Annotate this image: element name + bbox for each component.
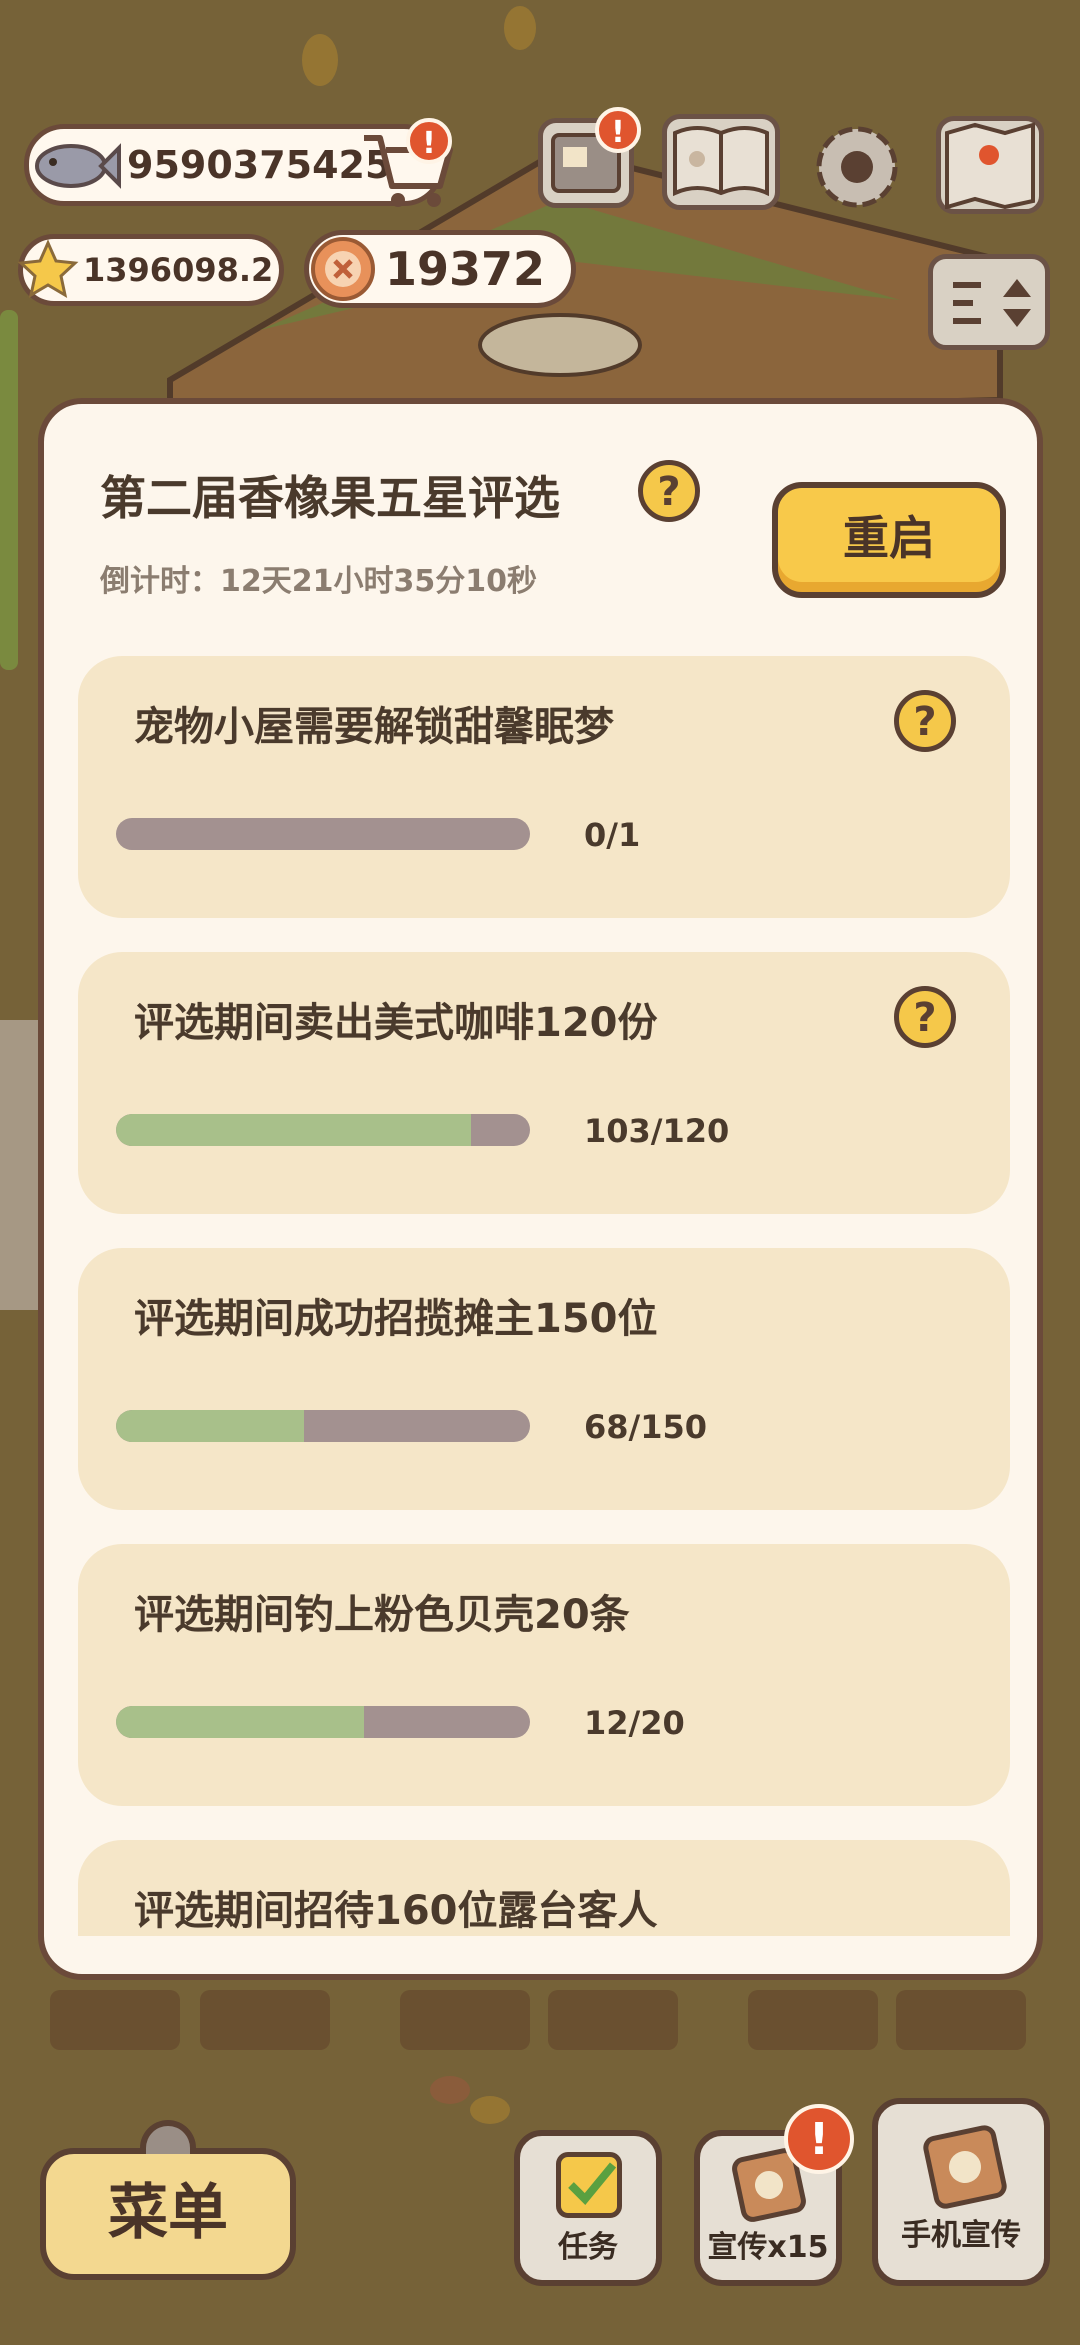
map-button[interactable] [936, 116, 1044, 214]
task-progress-bar [116, 1114, 530, 1146]
task-help-button[interactable]: ? [894, 986, 956, 1048]
task-label: 评选期间钓上粉色贝壳20条 [134, 1592, 630, 1638]
restart-button[interactable]: 重启 [772, 482, 1006, 598]
task-label: 评选期间卖出美式咖啡120份 [134, 1000, 658, 1046]
task-card: 评选期间招待160位露台客人 [78, 1840, 1010, 1936]
star-value: 1396098.2 [83, 251, 274, 289]
task-progress-bar [116, 1706, 530, 1738]
task-label: 宠物小屋需要解锁甜馨眠梦 [134, 704, 614, 750]
coin-value: 19372 [385, 242, 546, 296]
star-currency-pill: 1396098.2 [17, 234, 284, 306]
shop-cart-button[interactable]: ! [356, 116, 456, 212]
map-icon [945, 122, 1035, 210]
task-card: 宠物小屋需要解锁甜馨眠梦? 0/1 [78, 656, 1010, 918]
coin-icon [311, 237, 375, 301]
task-progress-count: 68/150 [584, 1408, 708, 1446]
dialog-title: 第二届香橡果五星评选 [100, 471, 560, 525]
task-label: 评选期间成功招揽摊主150位 [134, 1296, 658, 1342]
task-card: 评选期间卖出美式咖啡120份? 103/120 [78, 952, 1010, 1214]
task-progress-bar [116, 1410, 530, 1442]
task-card: 评选期间成功招揽摊主150位 68/150 [78, 1248, 1010, 1510]
mail-alert-badge: ! [595, 107, 641, 153]
cart-alert-badge: ! [406, 118, 452, 164]
task-card: 评选期间钓上粉色贝壳20条 12/20 [78, 1544, 1010, 1806]
task-progress-fill [116, 1410, 304, 1442]
fish-icon [35, 143, 121, 189]
tasks-button[interactable]: 任务 [514, 2130, 662, 2286]
task-progress-count: 103/120 [584, 1112, 730, 1150]
task-progress-count: 12/20 [584, 1704, 685, 1742]
phone-promo-button[interactable]: 手机宣传 [872, 2098, 1050, 2286]
coin-currency-pill: 19372 [304, 230, 576, 308]
task-progress-bar [116, 818, 530, 850]
mail-button[interactable]: ! [538, 107, 641, 208]
task-checkbox-icon [556, 2152, 622, 2218]
settings-button[interactable] [808, 118, 906, 216]
task-list[interactable]: 宠物小屋需要解锁甜馨眠梦? 0/1 评选期间卖出美式咖啡120份? 103/120 评选… [78, 656, 1010, 1936]
task-progress-count: 0/1 [584, 816, 641, 854]
promo-alert-badge: ! [784, 2104, 854, 2174]
task-progress-fill [116, 1114, 472, 1146]
title-help-button[interactable]: ? [638, 460, 700, 522]
pet-book-button[interactable] [662, 114, 780, 210]
book-icon [673, 126, 769, 197]
phone-promo-icon [921, 2123, 1009, 2211]
phone-promo-label: 手机宣传 [901, 2218, 1021, 2253]
layout-toggle-button[interactable] [928, 254, 1050, 350]
task-help-button[interactable]: ? [894, 690, 956, 752]
task-progress-fill [116, 1706, 365, 1738]
menu-button[interactable]: 菜单 [40, 2148, 296, 2280]
gear-icon [816, 126, 898, 208]
promo-label: 宣传x15 [707, 2230, 829, 2265]
fish-value: 9590375425 [127, 143, 392, 187]
tasks-label: 任务 [558, 2230, 618, 2265]
five-star-selection-dialog: 第二届香橡果五星评选 ? 倒计时：12天21小时35分10秒 重启 宠物小屋需要… [38, 398, 1043, 1980]
task-label: 评选期间招待160位露台客人 [134, 1888, 658, 1934]
star-icon [17, 239, 79, 299]
countdown-text: 倒计时：12天21小时35分10秒 [100, 564, 537, 599]
sort-icon [953, 279, 1031, 327]
